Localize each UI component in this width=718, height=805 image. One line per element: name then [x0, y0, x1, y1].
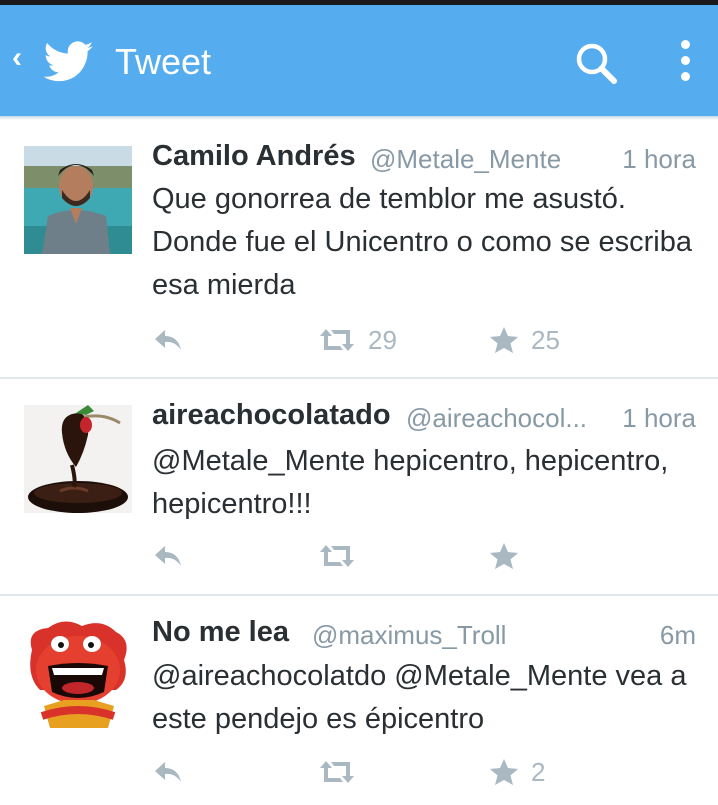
reply-button[interactable] — [152, 539, 184, 573]
tweet-time: 1 hora — [622, 403, 696, 433]
reply-icon — [155, 546, 181, 566]
retweet-icon — [320, 329, 354, 351]
reply-button[interactable] — [152, 323, 184, 357]
avatar[interactable] — [24, 405, 132, 513]
tweet-item[interactable]: aireachocolatado @aireachocol... 1 hora … — [0, 379, 718, 594]
author-name[interactable]: No me lea — [152, 616, 289, 649]
author-handle[interactable]: @aireachocol... — [406, 403, 596, 434]
star-icon — [490, 327, 518, 353]
search-icon[interactable] — [572, 39, 620, 87]
page-title: Tweet — [115, 41, 212, 82]
avatar[interactable] — [24, 620, 132, 728]
star-icon — [490, 759, 518, 785]
tweet-item[interactable]: No me lea @maximus_Troll 6m @aireachocol… — [0, 596, 718, 805]
retweet-button[interactable]: 29 — [318, 323, 397, 357]
tweet-text: Que gonorrea de temblor me asustó. Donde… — [152, 183, 693, 301]
favorite-button[interactable]: 2 — [489, 755, 545, 789]
author-handle[interactable]: @Metale_Mente — [370, 144, 561, 175]
author-name[interactable]: Camilo Andrés — [152, 140, 356, 173]
reply-button[interactable] — [152, 755, 184, 789]
action-bar: ‹ Tweet — [0, 5, 718, 116]
reply-icon — [155, 762, 181, 782]
retweet-count: 29 — [368, 324, 397, 355]
favorite-count: 2 — [531, 756, 546, 787]
author-handle[interactable]: @maximus_Troll — [312, 620, 506, 651]
favorite-count: 25 — [531, 324, 560, 355]
favorite-button[interactable] — [489, 539, 531, 573]
favorite-button[interactable]: 25 — [489, 323, 560, 357]
overflow-menu-icon[interactable] — [670, 37, 700, 89]
star-icon — [490, 543, 518, 569]
retweet-icon — [320, 761, 354, 783]
author-name[interactable]: aireachocolatado — [152, 399, 391, 432]
retweet-icon — [320, 545, 354, 567]
avatar[interactable] — [24, 146, 132, 254]
retweet-button[interactable] — [318, 539, 368, 573]
twitter-bird-icon[interactable] — [44, 39, 94, 85]
retweet-button[interactable] — [318, 755, 368, 789]
tweet-text: @Metale_Mente hepicentro, hepicentro, he… — [152, 445, 669, 520]
tweet-time: 6m — [659, 620, 696, 650]
tweet-item[interactable]: Camilo Andrés @Metale_Mente 1 hora Que g… — [0, 120, 718, 378]
chevron-left-icon[interactable]: ‹ — [12, 43, 22, 73]
reply-icon — [155, 330, 181, 350]
tweet-text: @aireachocolatdo @Metale_Mente vea a est… — [152, 660, 687, 735]
tweet-time: 1 hora — [622, 144, 696, 174]
